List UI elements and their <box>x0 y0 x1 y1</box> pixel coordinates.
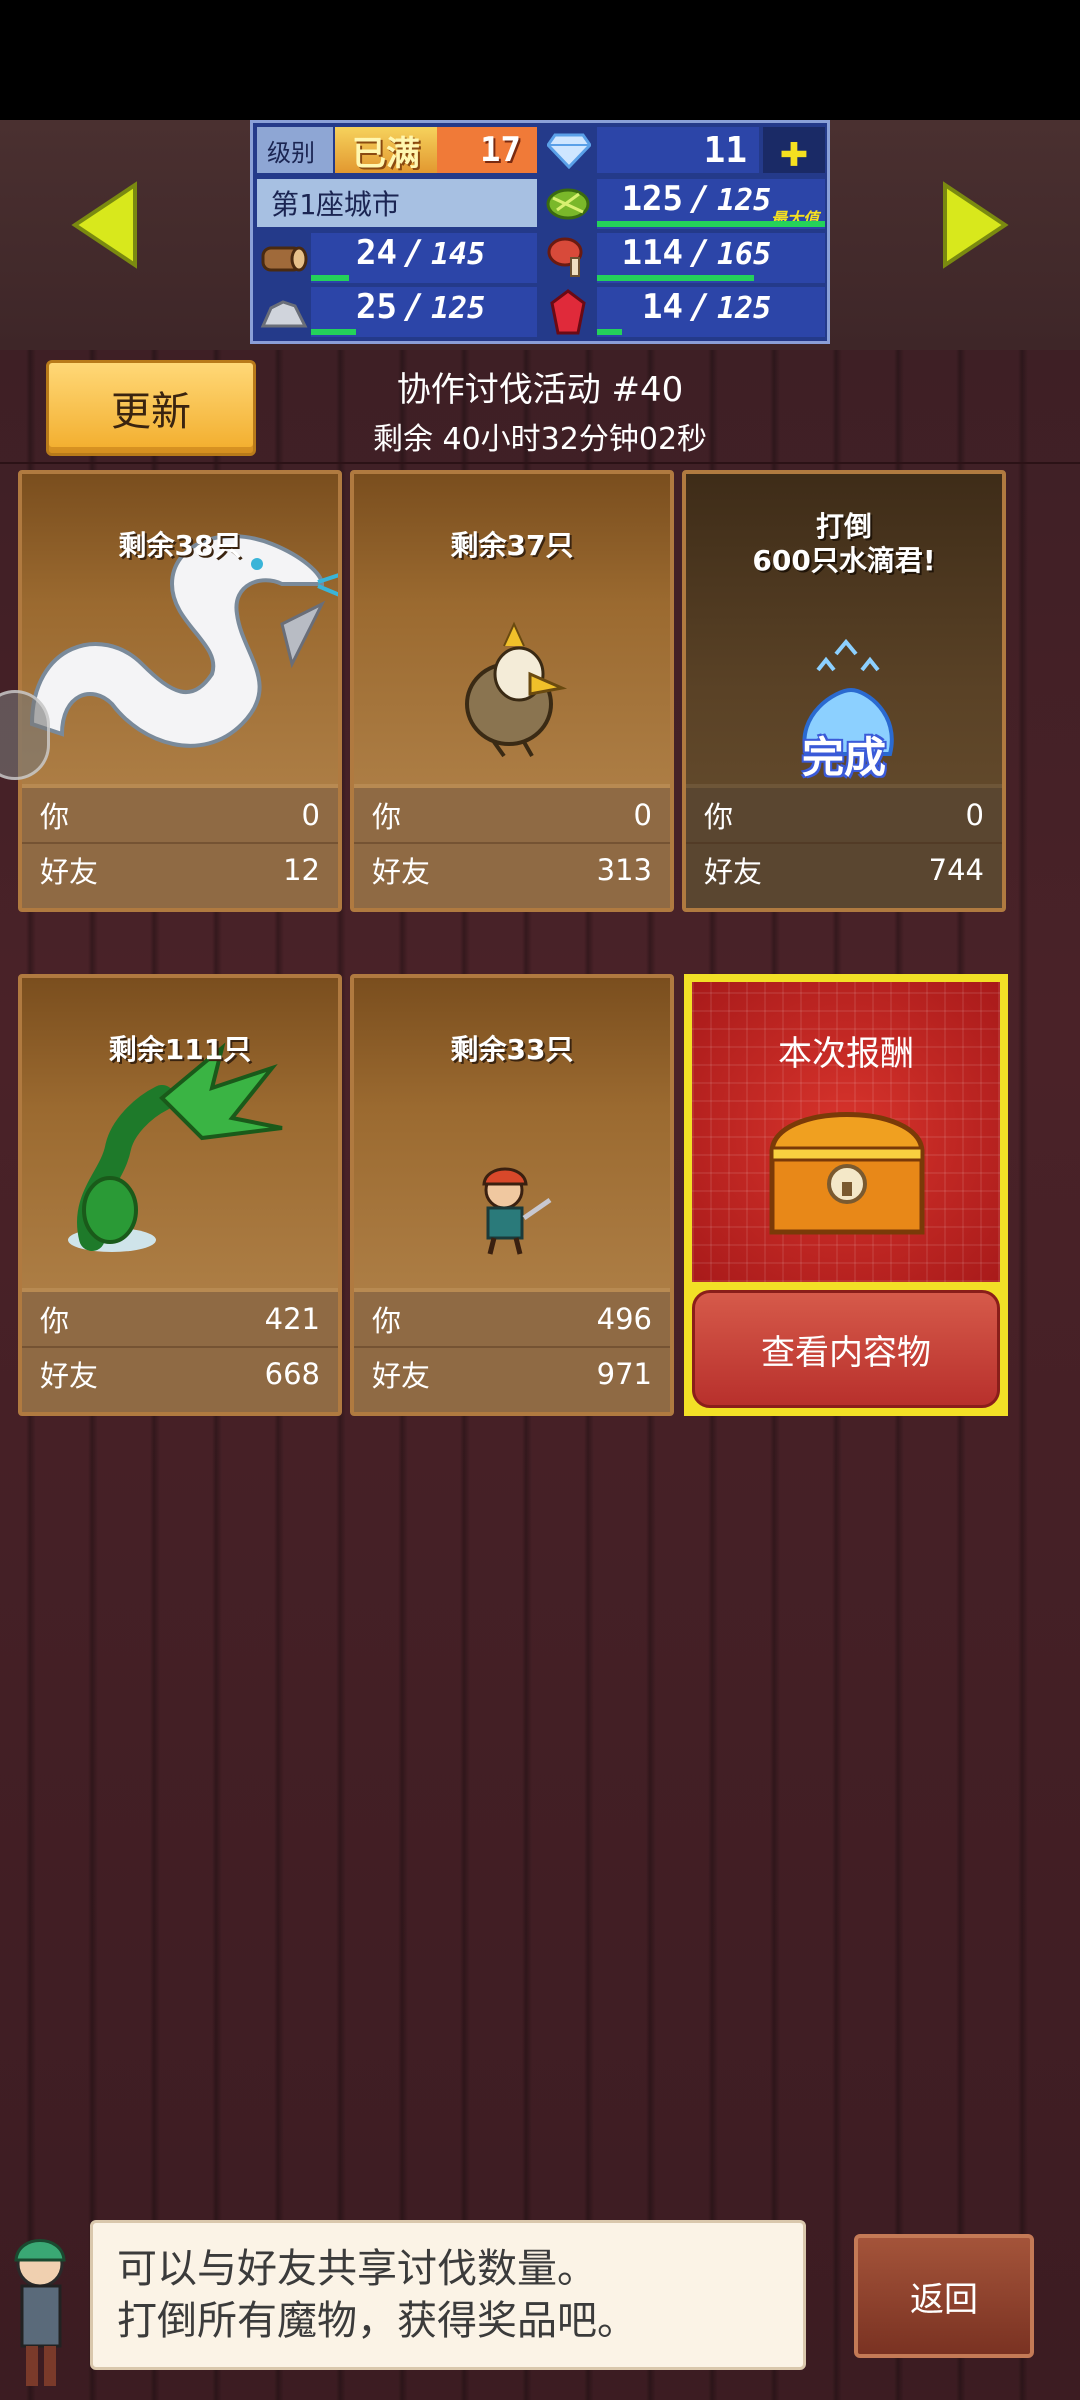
meat-bar <box>597 275 755 281</box>
you-row: 你 496 <box>354 1292 670 1346</box>
monster-card-water-drop[interactable]: 打倒 600只水滴君! 完成 你0 好友 744 <box>682 470 1006 912</box>
remaining-count: 剩余38只 <box>118 529 242 562</box>
you-label: 你 <box>372 800 402 834</box>
city-name: 第1座城市 <box>257 179 537 227</box>
you-label: 你 <box>40 800 70 834</box>
level-label: 级别 <box>257 127 333 173</box>
friends-count: 12 <box>283 853 320 887</box>
treasure-chest-icon <box>769 1112 925 1235</box>
view-contents-button[interactable]: 查看内容物 <box>692 1290 1000 1408</box>
friends-label: 好友 <box>704 855 763 889</box>
kill-stats: 你0 好友 12 <box>22 784 338 908</box>
kill-stats: 你0 好友 744 <box>686 784 1002 908</box>
you-label: 你 <box>372 1304 402 1338</box>
ruby-meter: 14/125 <box>597 287 825 337</box>
ruby-icon <box>541 287 595 337</box>
kill-stats: 你 496 好友 971 <box>354 1288 670 1412</box>
level-value: 17 <box>437 127 537 173</box>
reward-card: 本次报酬 查看内容物 <box>684 974 1008 1416</box>
friends-row: 好友 313 <box>354 842 670 896</box>
you-count: 0 <box>965 798 984 832</box>
meat-meter: 114/165 <box>597 233 825 283</box>
you-count: 496 <box>596 1302 652 1336</box>
header-divider <box>0 462 1080 464</box>
friends-count: 313 <box>596 853 652 887</box>
friends-row: 好友 744 <box>686 842 1002 896</box>
wood-meter: 24/145 <box>311 233 537 283</box>
event-title: 协作讨伐活动 #40 <box>396 370 684 410</box>
diamond-icon <box>545 129 593 173</box>
you-count: 0 <box>633 798 652 832</box>
monster-card-snake[interactable]: 剩余38只 你0 好友 12 <box>18 470 342 912</box>
you-row: 你0 <box>22 788 338 842</box>
food-icon <box>541 179 595 229</box>
remaining-count: 剩余111只 <box>108 1033 252 1066</box>
next-city-arrow-icon[interactable] <box>940 180 1010 270</box>
goal-line-2: 600只水滴君! <box>752 544 936 577</box>
stone-meter: 25/125 <box>311 287 537 337</box>
completed-label: 完成 <box>801 733 886 782</box>
you-label: 你 <box>40 1304 70 1338</box>
friends-label: 好友 <box>40 855 99 889</box>
monster-card-pirate[interactable]: 剩余33只 你 496 好友 971 <box>350 974 674 1416</box>
resource-status-panel: 级别 已满 17 11 ✚ 第1座城市 125/125 最大值 24/145 1… <box>250 120 830 344</box>
kill-stats: 你 421 好友 668 <box>22 1288 338 1412</box>
goal-line-1: 打倒 <box>815 510 872 543</box>
friends-label: 好友 <box>372 855 431 889</box>
side-drawer-handle[interactable] <box>0 690 50 780</box>
you-row: 你0 <box>686 788 1002 842</box>
tip-dialog: 可以与好友共享讨伐数量。 打倒所有魔物，获得奖品吧。 <box>90 2220 806 2370</box>
pirate-icon <box>354 978 670 1288</box>
stone-icon <box>257 287 311 337</box>
kill-stats: 你0 好友 313 <box>354 784 670 908</box>
wood-icon <box>257 233 311 283</box>
you-label: 你 <box>704 800 734 834</box>
helper-character-icon <box>14 2239 66 2386</box>
event-time-remaining: 剩余 40小时32分钟02秒 <box>372 422 708 457</box>
white-snake-icon <box>22 474 338 784</box>
food-bar <box>597 221 825 227</box>
you-count: 0 <box>301 798 320 832</box>
ruby-bar <box>597 329 623 335</box>
friends-row: 好友 668 <box>22 1346 338 1400</box>
remaining-count: 剩余33只 <box>450 1033 574 1066</box>
meat-icon <box>541 233 595 283</box>
back-button[interactable]: 返回 <box>854 2234 1034 2358</box>
previous-city-arrow-icon[interactable] <box>70 180 140 270</box>
you-count: 421 <box>264 1302 320 1336</box>
wood-bar <box>311 275 349 281</box>
you-row: 你 421 <box>22 1292 338 1346</box>
friends-label: 好友 <box>40 1359 99 1393</box>
plant-icon <box>22 978 338 1288</box>
update-button[interactable]: 更新 <box>46 360 256 456</box>
tip-line-2: 打倒所有魔物，获得奖品吧。 <box>117 2298 637 2344</box>
reward-panel: 本次报酬 <box>692 982 1000 1282</box>
eagle-icon <box>354 474 670 784</box>
friends-count: 971 <box>596 1357 652 1391</box>
friends-count: 668 <box>264 1357 320 1391</box>
friends-count: 744 <box>928 853 984 887</box>
add-gems-button[interactable]: ✚ <box>763 126 825 174</box>
tip-line-1: 可以与好友共享讨伐数量。 <box>117 2246 597 2292</box>
monster-card-plant[interactable]: 剩余111只 你 421 好友 668 <box>18 974 342 1416</box>
goal-text: 打倒 600只水滴君! <box>686 510 1002 578</box>
food-meter: 125/125 最大值 <box>597 179 825 229</box>
gem-count: 11 <box>597 127 759 173</box>
level-max-badge: 已满 <box>335 127 437 174</box>
monster-card-eagle[interactable]: 剩余37只 你0 好友 313 <box>350 470 674 912</box>
stone-bar <box>311 329 357 335</box>
friends-label: 好友 <box>372 1359 431 1393</box>
you-row: 你0 <box>354 788 670 842</box>
friends-row: 好友 12 <box>22 842 338 896</box>
friends-row: 好友 971 <box>354 1346 670 1400</box>
remaining-count: 剩余37只 <box>450 529 574 562</box>
reward-title: 本次报酬 <box>778 1034 914 1074</box>
